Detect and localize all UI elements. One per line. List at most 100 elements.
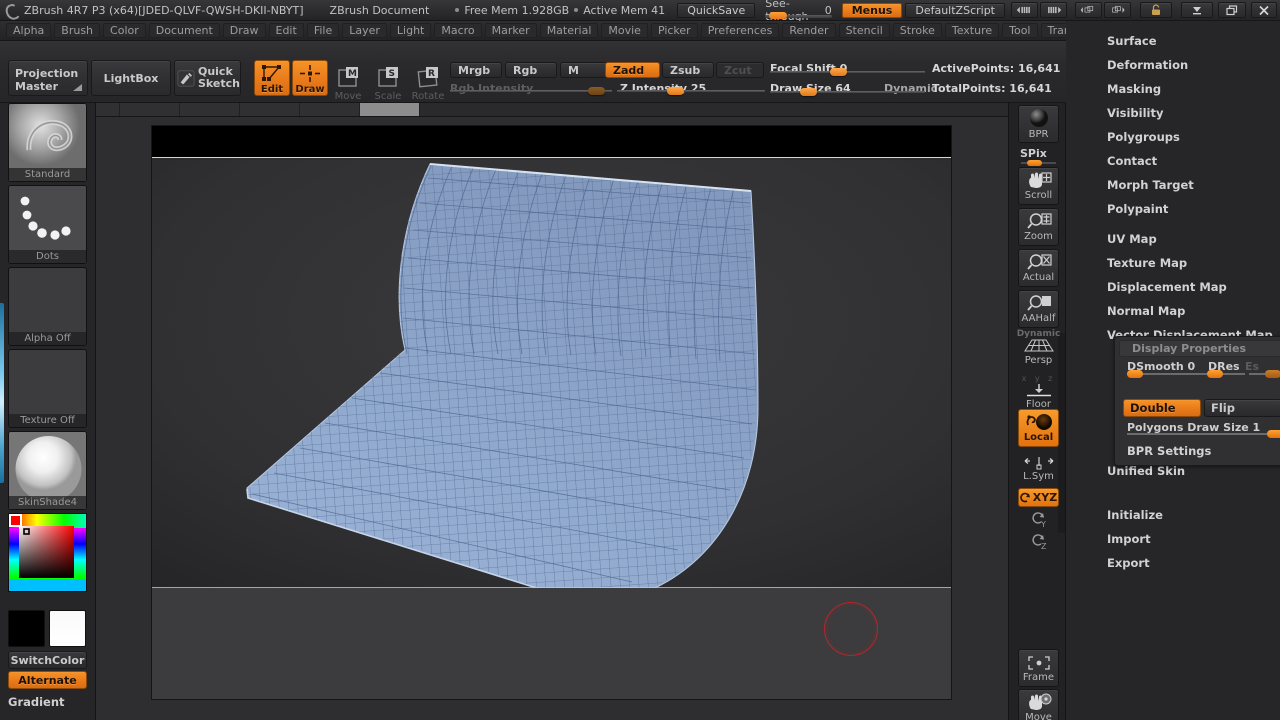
edit-mode-button[interactable]: Edit (254, 60, 290, 96)
dres-knob[interactable] (1207, 370, 1223, 378)
scroll-button[interactable]: Scroll (1018, 167, 1059, 205)
display-properties-title[interactable]: Display Properties (1119, 340, 1280, 357)
focal-shift-slider[interactable] (770, 60, 925, 76)
menu-item-marker[interactable]: Marker (484, 23, 537, 38)
restore-icon[interactable] (1218, 2, 1246, 18)
menus-toggle-button[interactable]: Menus (841, 2, 903, 18)
menu-item-preferences[interactable]: Preferences (700, 23, 780, 38)
spix-knob[interactable] (1027, 160, 1042, 166)
see-through-slider[interactable]: See-through 0 (765, 0, 832, 23)
draw-size-knob[interactable] (800, 88, 817, 96)
polygons-draw-size-slider[interactable] (1127, 429, 1280, 441)
menu-item-texture[interactable]: Texture (944, 23, 1000, 38)
draw-mode-button[interactable]: Draw (292, 60, 328, 96)
rgb-button[interactable]: Rgb (505, 62, 557, 78)
xyz-rotate-button[interactable]: XYZ (1018, 488, 1059, 507)
zcut-button[interactable]: Zcut (716, 62, 764, 78)
zscript-button[interactable]: DefaultZScript (905, 2, 1005, 18)
tool-palette-item-export[interactable]: Export (1066, 551, 1280, 575)
bpr-settings-row[interactable]: BPR Settings (1119, 441, 1280, 461)
shelf-tab[interactable] (120, 103, 180, 116)
mrgb-button[interactable]: Mrgb (450, 62, 502, 78)
tool-palette-item-normal-map[interactable]: Normal Map (1066, 299, 1280, 323)
zadd-button[interactable]: Zadd (605, 62, 660, 78)
alternate-button[interactable]: Alternate (8, 671, 87, 689)
focal-shift-knob[interactable] (830, 68, 847, 76)
left-edge-tray-handle[interactable] (0, 303, 4, 483)
draw-size-slider[interactable] (770, 80, 925, 96)
y-rotate-button[interactable]: Y (1018, 509, 1059, 531)
spix-slider[interactable] (1021, 160, 1056, 166)
tool-palette-item-deformation[interactable]: Deformation (1066, 53, 1280, 77)
menu-item-file[interactable]: File (306, 23, 340, 38)
menu-item-macro[interactable]: Macro (434, 23, 482, 38)
quick-sketch-button[interactable]: Quick Sketch (174, 60, 241, 96)
switch-color-button[interactable]: SwitchColor (8, 651, 87, 669)
local-pivot-button[interactable]: Local (1018, 409, 1059, 447)
dsmooth-knob[interactable] (1127, 370, 1143, 378)
actual-size-button[interactable]: Actual (1018, 249, 1059, 287)
tool-palette-item-uv-map[interactable]: UV Map (1066, 227, 1280, 251)
current-texture-slot[interactable]: Texture Off (8, 349, 87, 428)
menu-item-render[interactable]: Render (782, 23, 836, 38)
z-intensity-slider[interactable] (617, 79, 765, 95)
tool-palette-item-visibility[interactable]: Visibility (1066, 101, 1280, 125)
prev-subtool-icon[interactable] (1075, 2, 1102, 18)
polygons-draw-size-knob[interactable] (1267, 430, 1280, 438)
tool-palette-item-import[interactable]: Import (1066, 527, 1280, 551)
dres-slider[interactable] (1205, 369, 1245, 381)
current-alpha-slot[interactable]: Alpha Off (8, 267, 87, 346)
menu-item-movie[interactable]: Movie (601, 23, 648, 38)
aahalf-button[interactable]: AAHalf (1018, 290, 1059, 328)
rgb-intensity-slider[interactable] (450, 79, 612, 95)
menu-item-material[interactable]: Material (539, 23, 599, 38)
lightbox-button[interactable]: LightBox (91, 60, 171, 96)
menu-item-layer[interactable]: Layer (342, 23, 387, 38)
menu-item-tool[interactable]: Tool (1002, 23, 1038, 38)
menu-item-edit[interactable]: Edit (268, 23, 304, 38)
menu-item-color[interactable]: Color (103, 23, 146, 38)
tool-palette-item-texture-map[interactable]: Texture Map (1066, 251, 1280, 275)
dsmooth-slider[interactable] (1127, 369, 1205, 381)
flip-button[interactable]: Flip (1204, 399, 1280, 417)
see-through-knob[interactable] (769, 11, 788, 19)
local-symmetry-button[interactable]: L.Sym (1018, 451, 1059, 487)
menu-item-light[interactable]: Light (389, 23, 432, 38)
projection-master-button[interactable]: Projection Master (8, 60, 88, 96)
move-button[interactable]: Move (1018, 689, 1059, 720)
shelf-tab[interactable] (180, 103, 240, 116)
canvas-viewport[interactable] (152, 157, 951, 699)
lock-icon[interactable] (1140, 2, 1172, 18)
z-intensity-knob[interactable] (667, 87, 684, 95)
quicksave-button[interactable]: QuickSave (677, 2, 756, 18)
tool-palette-item-morph-target[interactable]: Morph Target (1066, 173, 1280, 197)
minimize-icon[interactable] (1181, 2, 1213, 18)
tool-palette-item-masking[interactable]: Masking (1066, 77, 1280, 101)
double-button[interactable]: Double (1123, 399, 1201, 417)
perspective-button[interactable]: Dynamic Persp (1017, 329, 1061, 369)
zoom-button[interactable]: Zoom (1018, 208, 1059, 246)
menu-item-stroke[interactable]: Stroke (892, 23, 942, 38)
color-picker[interactable] (8, 513, 87, 592)
bpr-render-button[interactable]: BPR (1018, 105, 1059, 143)
floor-button[interactable]: x y z Floor (1018, 373, 1059, 411)
canvas-horizontal-scrollbar[interactable] (152, 699, 952, 700)
main-color-swatch[interactable] (8, 610, 45, 647)
tool-palette-item-contact[interactable]: Contact (1066, 149, 1280, 173)
right-shelf-scrollbar[interactable] (1058, 333, 1065, 533)
current-stroke-slot[interactable]: Dots (8, 185, 87, 264)
rotate-mode-button[interactable]: R Rotate (410, 60, 446, 102)
current-brush-slot[interactable]: Standard (8, 103, 87, 182)
menu-item-stencil[interactable]: Stencil (838, 23, 890, 38)
canvas-vertical-scrollbar[interactable] (951, 126, 952, 700)
secondary-color-swatch[interactable] (49, 610, 86, 647)
next-tray-icon[interactable] (1040, 2, 1067, 18)
scale-mode-button[interactable]: S Scale (370, 60, 406, 102)
shelf-tab[interactable] (240, 103, 300, 116)
color-wheel-gradient[interactable] (9, 514, 87, 592)
close-icon[interactable] (1251, 2, 1277, 18)
move-mode-button[interactable]: M Move (330, 60, 366, 102)
menu-item-brush[interactable]: Brush (54, 23, 101, 38)
next-subtool-icon[interactable] (1104, 2, 1131, 18)
shelf-tab[interactable] (300, 103, 360, 116)
